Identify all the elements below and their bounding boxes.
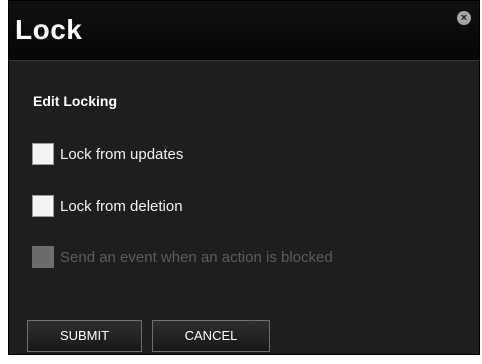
lock-from-updates-label: Lock from updates (60, 145, 184, 163)
lock-dialog: Lock × Edit Locking Lock from updates Lo… (8, 0, 480, 355)
lock-from-deletion-checkbox[interactable] (32, 195, 54, 217)
send-event-label: Send an event when an action is blocked (60, 248, 333, 266)
lock-from-updates-option[interactable]: Lock from updates (32, 142, 183, 166)
section-title: Edit Locking (33, 93, 117, 109)
close-icon[interactable]: × (457, 11, 471, 25)
dialog-header: Lock × (9, 1, 479, 61)
dialog-title: Lock (15, 14, 83, 45)
submit-button[interactable]: SUBMIT (27, 320, 142, 352)
send-event-checkbox (32, 246, 54, 268)
lock-from-updates-checkbox[interactable] (32, 143, 54, 165)
cancel-button[interactable]: CANCEL (152, 320, 270, 352)
lock-from-deletion-label: Lock from deletion (60, 197, 183, 215)
send-event-option: Send an event when an action is blocked (32, 245, 333, 269)
lock-from-deletion-option[interactable]: Lock from deletion (32, 194, 183, 218)
